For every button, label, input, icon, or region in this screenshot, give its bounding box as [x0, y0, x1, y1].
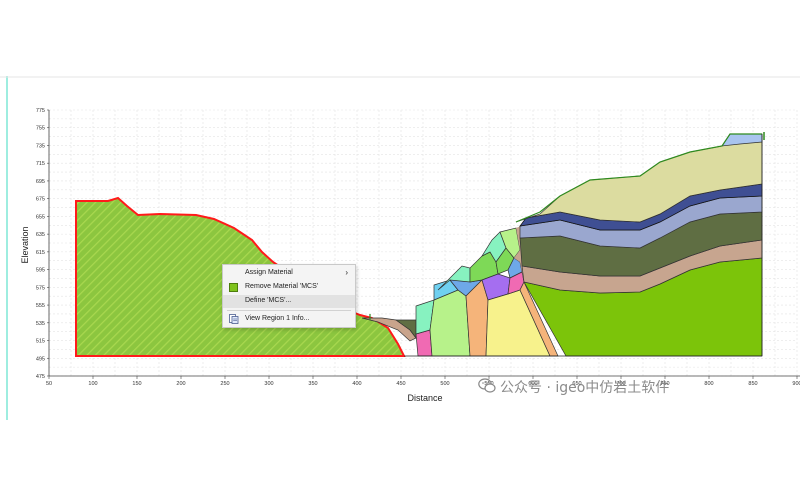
x-tick-label: 250: [220, 381, 229, 387]
region-pink-small[interactable]: [415, 329, 433, 357]
wechat-icon: [478, 378, 496, 393]
x-tick-label: 150: [132, 381, 141, 387]
menu-item-label: Remove Material 'MCS': [245, 283, 319, 290]
x-tick-label: 200: [176, 381, 185, 387]
x-tick-label: 900: [792, 381, 800, 387]
x-tick-label: 50: [46, 381, 52, 387]
top-boundary: [0, 0, 800, 76]
x-tick-label: 100: [88, 381, 97, 387]
x-tick-label: 350: [308, 381, 317, 387]
watermark: 公众号 · igeo中仿岩土软件: [478, 377, 778, 397]
material-swatch-icon: [229, 283, 238, 292]
x-tick-label: 300: [264, 381, 273, 387]
y-tick-label: 755: [36, 126, 45, 132]
y-tick-label: 575: [36, 285, 45, 291]
watermark-text: 公众号 · igeo中仿岩土软件: [500, 380, 670, 396]
info-document-icon: [229, 314, 239, 324]
slope-geometry-chart[interactable]: 5010015020025030035040045050055060065070…: [0, 0, 800, 500]
y-tick-label: 595: [36, 268, 45, 274]
y-tick-label: 475: [36, 374, 45, 380]
y-tick-label: 775: [36, 108, 45, 114]
menu-item-assign-material[interactable]: Assign Material ›: [223, 267, 355, 280]
x-axis-label: Distance: [407, 393, 442, 403]
menu-separator: [227, 310, 351, 311]
region-lightgreen-a[interactable]: [429, 289, 471, 357]
y-tick-label: 655: [36, 214, 45, 220]
menu-item-label: View Region 1 Info...: [245, 315, 310, 322]
menu-item-view-region-info[interactable]: View Region 1 Info...: [223, 313, 355, 326]
y-tick-label: 715: [36, 161, 45, 167]
y-tick-label: 495: [36, 356, 45, 362]
menu-item-define-material[interactable]: Define 'MCS'...: [223, 295, 355, 308]
y-tick-labels: 475 495 515 535 555 575 595 615 635 655 675 695 715 7…: [36, 108, 49, 380]
menu-item-remove-material[interactable]: Remove Material 'MCS': [223, 281, 355, 294]
x-tick-label: 500: [440, 381, 449, 387]
y-tick-label: 535: [36, 321, 45, 327]
context-menu: Assign Material › Remove Material 'MCS' …: [222, 264, 356, 328]
x-tick-label: 400: [352, 381, 361, 387]
y-tick-label: 695: [36, 179, 45, 185]
menu-item-label: Define 'MCS'...: [245, 297, 292, 304]
menu-item-label: Assign Material: [245, 269, 293, 276]
y-tick-label: 515: [36, 339, 45, 345]
y-tick-label: 615: [36, 250, 45, 256]
y-tick-label: 735: [36, 143, 45, 149]
y-tick-label: 555: [36, 303, 45, 309]
y-axis-label: Elevation: [20, 226, 30, 263]
x-tick-label: 450: [396, 381, 405, 387]
y-tick-label: 675: [36, 197, 45, 203]
y-tick-label: 635: [36, 232, 45, 238]
submenu-arrow-icon: ›: [345, 268, 348, 277]
